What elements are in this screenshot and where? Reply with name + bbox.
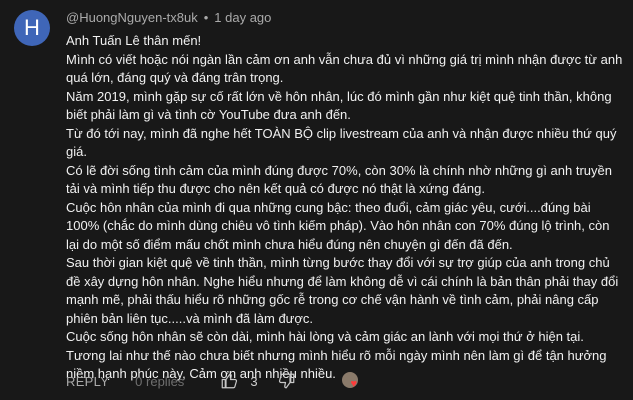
comment-paragraph: Sau thời gian kiệt quệ về tinh thần, mìn… [66, 255, 619, 326]
comment-paragraph: Năm 2019, mình gặp sự cố rất lớn về hôn … [66, 88, 612, 123]
comment-thread: H @HuongNguyen-tx8uk • 1 day ago Anh Tuấn … [0, 0, 633, 400]
author-avatar[interactable]: H [14, 10, 50, 46]
thumb-down-icon [278, 373, 294, 389]
separator-dot: • [203, 10, 209, 25]
comment-paragraph: Mình có viết hoặc nói ngàn lần cảm ơn an… [66, 51, 623, 86]
comment-actions: REPLY 0 replies 3 ♥ [66, 370, 364, 392]
creator-heart: ♥ [341, 370, 364, 392]
comment-paragraph: Có lẽ đời sống tình cảm của mình đúng đư… [66, 162, 612, 197]
thumb-up-icon [221, 373, 238, 389]
dislike-button[interactable] [278, 372, 296, 390]
heart-icon: ♥ [350, 378, 358, 390]
comment-time[interactable]: 1 day ago [214, 10, 271, 25]
like-button[interactable] [220, 372, 238, 390]
comment-paragraph: Anh Tuấn Lê thân mến! [66, 33, 202, 48]
comment-body: Anh Tuấn Lê thân mến! Mình có viết hoặc … [66, 32, 626, 384]
reply-button[interactable]: REPLY [66, 374, 109, 389]
replies-count[interactable]: 0 replies [135, 374, 184, 389]
author-name[interactable]: @HuongNguyen-tx8uk [66, 10, 198, 25]
comment-paragraph: Cuộc hôn nhân của mình đi qua những cung… [66, 199, 610, 252]
like-count: 3 [250, 373, 258, 389]
comment-paragraph: Từ đó tới nay, mình đã nghe hết TOÀN BỘ … [66, 125, 617, 160]
comment-header: @HuongNguyen-tx8uk • 1 day ago [66, 10, 271, 25]
